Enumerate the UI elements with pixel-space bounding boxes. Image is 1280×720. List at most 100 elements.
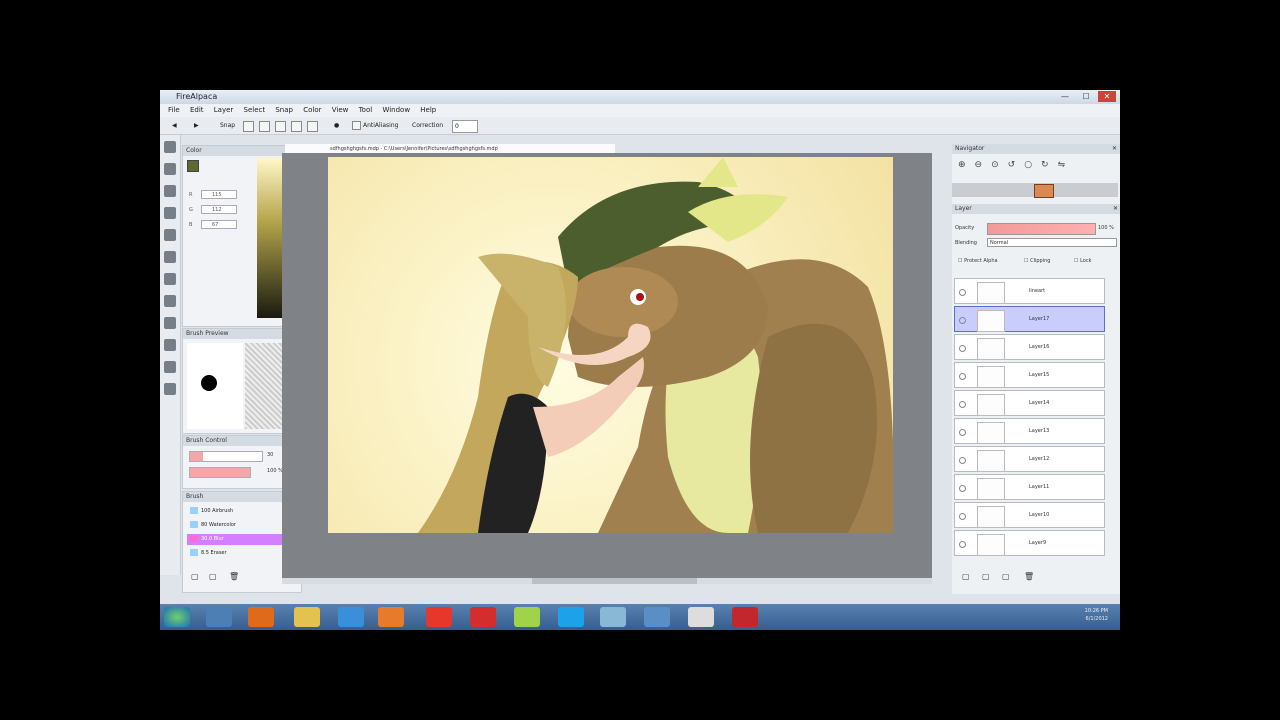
snap-circle-icon[interactable]	[307, 121, 318, 132]
firealpaca-taskbar-icon[interactable]	[732, 607, 758, 627]
gradient-tool-icon[interactable]	[164, 229, 176, 241]
ie-icon[interactable]	[206, 607, 232, 627]
flip-icon[interactable]: ⇋	[1058, 160, 1075, 170]
move-tool-icon[interactable]	[164, 185, 176, 197]
correction-select[interactable]: 0	[452, 120, 478, 133]
explorer-folder-icon[interactable]	[294, 607, 320, 627]
eraser-tool-icon[interactable]	[164, 163, 176, 175]
firefox-icon[interactable]	[248, 607, 274, 627]
menu-layer[interactable]: Layer	[214, 106, 234, 114]
duplicate-layer-icon[interactable]: ▢	[1002, 572, 1010, 581]
snap-curve-icon[interactable]: ●	[334, 120, 339, 131]
layer-row-selected[interactable]: Layer17	[954, 306, 1105, 332]
visibility-icon[interactable]	[959, 485, 966, 492]
clipping-checkbox[interactable]: ☐ Clipping	[1024, 258, 1050, 264]
lock-checkbox[interactable]: ☐ Lock	[1074, 258, 1091, 264]
delete-layer-icon[interactable]: 🗑	[1024, 572, 1034, 581]
blending-select[interactable]: Normal	[987, 238, 1117, 247]
pen-tool-icon[interactable]	[164, 141, 176, 153]
layer-row[interactable]: Layer16	[954, 334, 1105, 360]
penguin-app-icon[interactable]	[688, 607, 714, 627]
visibility-icon[interactable]	[959, 513, 966, 520]
brush-size-slider[interactable]	[189, 451, 263, 462]
maximize-button[interactable]: ☐	[1077, 91, 1095, 102]
r-value-field[interactable]: 115	[201, 190, 237, 199]
layer-row[interactable]: Layer10	[954, 502, 1105, 528]
visibility-icon[interactable]	[959, 345, 966, 352]
menu-help[interactable]: Help	[420, 106, 436, 114]
redo-icon[interactable]: ▶	[194, 120, 199, 131]
fill-tool-icon[interactable]	[164, 207, 176, 219]
antialias-checkbox[interactable]	[352, 121, 361, 130]
add-layer-icon[interactable]: ▢	[962, 572, 970, 581]
layer-row[interactable]: Layer13	[954, 418, 1105, 444]
navigator-viewport[interactable]	[1034, 184, 1054, 198]
zoom-out-icon[interactable]: ⊖	[975, 160, 992, 170]
saturation-value-picker[interactable]	[257, 158, 283, 318]
layer-opacity-slider[interactable]	[987, 223, 1096, 235]
minimize-button[interactable]: —	[1056, 91, 1074, 102]
zoom-in-icon[interactable]: ⊕	[958, 160, 975, 170]
network-app-icon[interactable]	[644, 607, 670, 627]
visibility-icon[interactable]	[959, 541, 966, 548]
layer-row[interactable]: Layer11	[954, 474, 1105, 500]
eyedropper-tool-icon[interactable]	[164, 361, 176, 373]
layer-row[interactable]: Layer14	[954, 390, 1105, 416]
visibility-icon[interactable]	[959, 373, 966, 380]
app-a-icon[interactable]	[338, 607, 364, 627]
navigator-preview[interactable]	[952, 183, 1118, 198]
visibility-icon[interactable]	[959, 457, 966, 464]
layer-row[interactable]: Layer15	[954, 362, 1105, 388]
brush-opacity-slider[interactable]	[189, 467, 251, 478]
artwork-canvas[interactable]	[328, 157, 893, 533]
system-clock[interactable]: 10:26 PM 6/1/2012	[1085, 607, 1108, 623]
magic-wand-icon[interactable]	[164, 317, 176, 329]
horizontal-scroll-thumb[interactable]	[532, 578, 697, 584]
brush-item-blur[interactable]: 30.0 Blur	[187, 534, 283, 545]
snap-off-icon[interactable]	[243, 121, 254, 132]
menu-color[interactable]: Color	[303, 106, 321, 114]
fit-icon[interactable]: ⊙	[991, 160, 1008, 170]
visibility-icon[interactable]	[959, 429, 966, 436]
visibility-icon[interactable]	[959, 289, 966, 296]
horizontal-scrollbar[interactable]	[282, 578, 932, 584]
duplicate-brush-icon[interactable]: ▢	[209, 572, 217, 581]
reset-rotation-icon[interactable]: ○	[1024, 160, 1041, 170]
chrome-icon[interactable]	[426, 607, 452, 627]
close-button[interactable]: ✕	[1098, 91, 1116, 102]
layer-row[interactable]: Layer12	[954, 446, 1105, 472]
red-app-icon[interactable]	[470, 607, 496, 627]
protect-alpha-checkbox[interactable]: ☐ Protect Alpha	[958, 258, 998, 264]
brush-item-watercolor[interactable]: 80 Watercolor	[187, 520, 283, 531]
snap-radial-icon[interactable]	[291, 121, 302, 132]
start-button[interactable]	[164, 607, 190, 627]
delete-brush-icon[interactable]: 🗑	[229, 572, 239, 581]
media-player-icon[interactable]	[378, 607, 404, 627]
snap-grid-icon[interactable]	[275, 121, 286, 132]
green-app-icon[interactable]	[514, 607, 540, 627]
brush-item-airbrush[interactable]: 100 Airbrush	[187, 506, 283, 517]
menu-tool[interactable]: Tool	[359, 106, 373, 114]
menu-view[interactable]: View	[332, 106, 349, 114]
layer-row[interactable]: Layer9	[954, 530, 1105, 556]
current-color-swatch[interactable]	[187, 160, 199, 172]
menu-select[interactable]: Select	[244, 106, 266, 114]
generic-app-icon[interactable]	[600, 607, 626, 627]
visibility-icon[interactable]	[959, 401, 966, 408]
select-tool-icon[interactable]	[164, 273, 176, 285]
hand-tool-icon[interactable]	[164, 383, 176, 395]
visibility-icon[interactable]	[959, 317, 966, 324]
skype-icon[interactable]	[558, 607, 584, 627]
menu-file[interactable]: File	[168, 106, 180, 114]
add-folder-icon[interactable]: ▢	[982, 572, 990, 581]
menu-edit[interactable]: Edit	[190, 106, 204, 114]
snap-parallel-icon[interactable]	[259, 121, 270, 132]
rotate-left-icon[interactable]: ↺	[1008, 160, 1025, 170]
close-icon[interactable]: ✕	[1112, 144, 1117, 154]
rotate-right-icon[interactable]: ↻	[1041, 160, 1058, 170]
shape-tool-icon[interactable]	[164, 251, 176, 263]
lasso-tool-icon[interactable]	[164, 295, 176, 307]
undo-icon[interactable]: ◀	[172, 120, 177, 131]
add-brush-icon[interactable]: ▢	[191, 572, 199, 581]
menu-window[interactable]: Window	[382, 106, 410, 114]
